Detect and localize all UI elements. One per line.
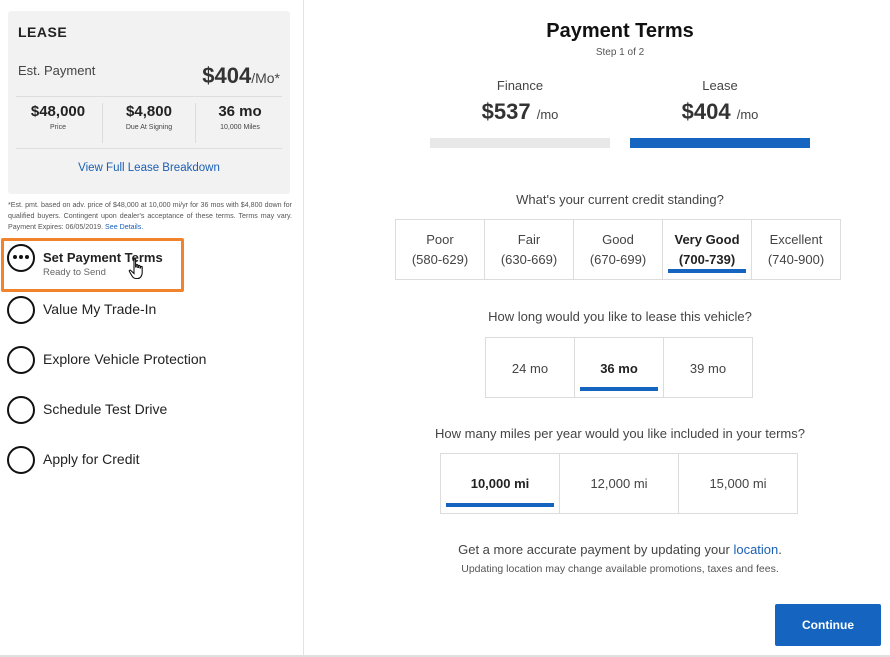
term-option-39[interactable]: 39 mo	[663, 337, 753, 398]
location-note: Get a more accurate payment by updating …	[305, 542, 890, 557]
step-label: Schedule Test Drive	[43, 401, 168, 417]
in-progress-icon	[7, 244, 35, 272]
view-lease-breakdown-link[interactable]: View Full Lease Breakdown	[8, 162, 290, 174]
credit-option-label: Very Good	[674, 232, 740, 247]
credit-question: What's your current credit standing?	[516, 192, 724, 207]
plan-amount-value: $537	[481, 99, 531, 124]
term-options: 24 mo 36 mo 39 mo	[485, 337, 753, 398]
location-subnote: Updating location may change available p…	[461, 563, 779, 575]
credit-option-very-good[interactable]: Very Good (700-739)	[662, 219, 752, 280]
est-payment-unit: /Mo*	[251, 70, 280, 86]
location-note-text: Get a more accurate payment by updating …	[458, 542, 730, 557]
plan-amount-per: /mo	[736, 107, 759, 122]
credit-option-label: Good	[602, 232, 634, 247]
plan-amount: $404 /mo	[630, 99, 810, 125]
term-option-label: 36 mo	[600, 361, 638, 376]
term-question: How long would you like to lease this ve…	[488, 309, 752, 324]
credit-option-range: (740-900)	[767, 252, 825, 267]
miles-option-15000[interactable]: 15,000 mi	[678, 453, 798, 514]
plan-indicator-bar	[630, 138, 810, 148]
stat-term: 36 mo 10,000 Miles	[196, 103, 284, 131]
credit-option-label: Excellent	[769, 232, 823, 247]
stat-price-label: Price	[50, 124, 66, 131]
miles-option-12000[interactable]: 12,000 mi	[559, 453, 679, 514]
stat-price-value: $48,000	[30, 103, 86, 120]
plan-amount-per: /mo	[536, 107, 559, 122]
see-details-link[interactable]: See Details.	[105, 223, 143, 231]
page-title: Payment Terms	[546, 20, 694, 42]
credit-option-fair[interactable]: Fair (630-669)	[484, 219, 574, 280]
lease-summary-card: LEASE Est. Payment $404/Mo* $48,000 Pric…	[8, 11, 290, 194]
step-label: Explore Vehicle Protection	[43, 351, 207, 367]
credit-options: Poor (580-629) Fair (630-669) Good (670-…	[395, 219, 841, 280]
step-circle-icon	[7, 346, 35, 374]
stat-price: $48,000 Price	[14, 103, 102, 131]
term-option-36[interactable]: 36 mo	[574, 337, 664, 398]
miles-option-label: 10,000 mi	[470, 476, 530, 491]
divider	[16, 96, 282, 97]
sidebar: LEASE Est. Payment $404/Mo* $48,000 Pric…	[0, 0, 304, 657]
step-label: Apply for Credit	[43, 451, 140, 467]
est-payment-value: $404/Mo*	[202, 63, 280, 89]
step-circle-icon	[7, 446, 35, 474]
miles-options: 10,000 mi 12,000 mi 15,000 mi	[440, 453, 798, 514]
plan-amount: $537 /mo	[430, 99, 610, 125]
step-status: Ready to Send	[43, 267, 106, 278]
step-circle-icon	[7, 396, 35, 424]
credit-option-good[interactable]: Good (670-699)	[573, 219, 663, 280]
est-payment-label: Est. Payment	[18, 63, 96, 78]
credit-option-range: (700-739)	[678, 252, 736, 267]
selected-indicator	[446, 503, 554, 507]
hand-cursor-icon	[128, 258, 143, 280]
stat-term-label: 10,000 Miles	[220, 124, 260, 131]
step-circle-icon	[7, 296, 35, 324]
est-payment-amount: $404	[202, 63, 252, 88]
location-link[interactable]: location	[733, 542, 778, 557]
lease-card-title: LEASE	[18, 24, 68, 40]
credit-option-poor[interactable]: Poor (580-629)	[395, 219, 485, 280]
credit-option-range: (630-669)	[500, 252, 558, 267]
stat-due-at-signing: $4,800 Due At Signing	[102, 103, 196, 143]
divider	[16, 148, 282, 149]
plan-tab-lease[interactable]: Lease $404 /mo	[630, 78, 810, 148]
stat-term-value: 36 mo	[218, 103, 262, 120]
credit-option-excellent[interactable]: Excellent (740-900)	[751, 219, 841, 280]
plan-amount-value: $404	[681, 99, 731, 124]
credit-option-range: (580-629)	[411, 252, 469, 267]
term-option-24[interactable]: 24 mo	[485, 337, 575, 398]
stat-due-label: Due At Signing	[125, 124, 173, 131]
plan-name: Finance	[496, 78, 544, 93]
credit-option-label: Poor	[426, 232, 454, 247]
miles-option-10000[interactable]: 10,000 mi	[440, 453, 560, 514]
step-label: Value My Trade-In	[43, 301, 157, 317]
selected-indicator	[580, 387, 658, 391]
step-indicator: Step 1 of 2	[595, 47, 645, 58]
miles-question: How many miles per year would you like i…	[435, 426, 805, 441]
plan-indicator-bar	[430, 138, 610, 148]
location-note-period: .	[778, 542, 782, 557]
stat-due-value: $4,800	[126, 103, 172, 120]
credit-option-label: Fair	[517, 232, 541, 247]
plan-tab-finance[interactable]: Finance $537 /mo	[430, 78, 610, 148]
payment-disclaimer: *Est. pmt. based on adv. price of $48,00…	[8, 200, 292, 233]
disclaimer-text: *Est. pmt. based on adv. price of $48,00…	[8, 201, 292, 231]
credit-option-range: (670-699)	[589, 252, 647, 267]
plan-name: Lease	[702, 78, 738, 93]
continue-button[interactable]: Continue	[775, 604, 881, 646]
selected-indicator	[668, 269, 746, 273]
payment-terms-panel: Payment Terms Step 1 of 2 Finance $537 /…	[305, 0, 890, 657]
